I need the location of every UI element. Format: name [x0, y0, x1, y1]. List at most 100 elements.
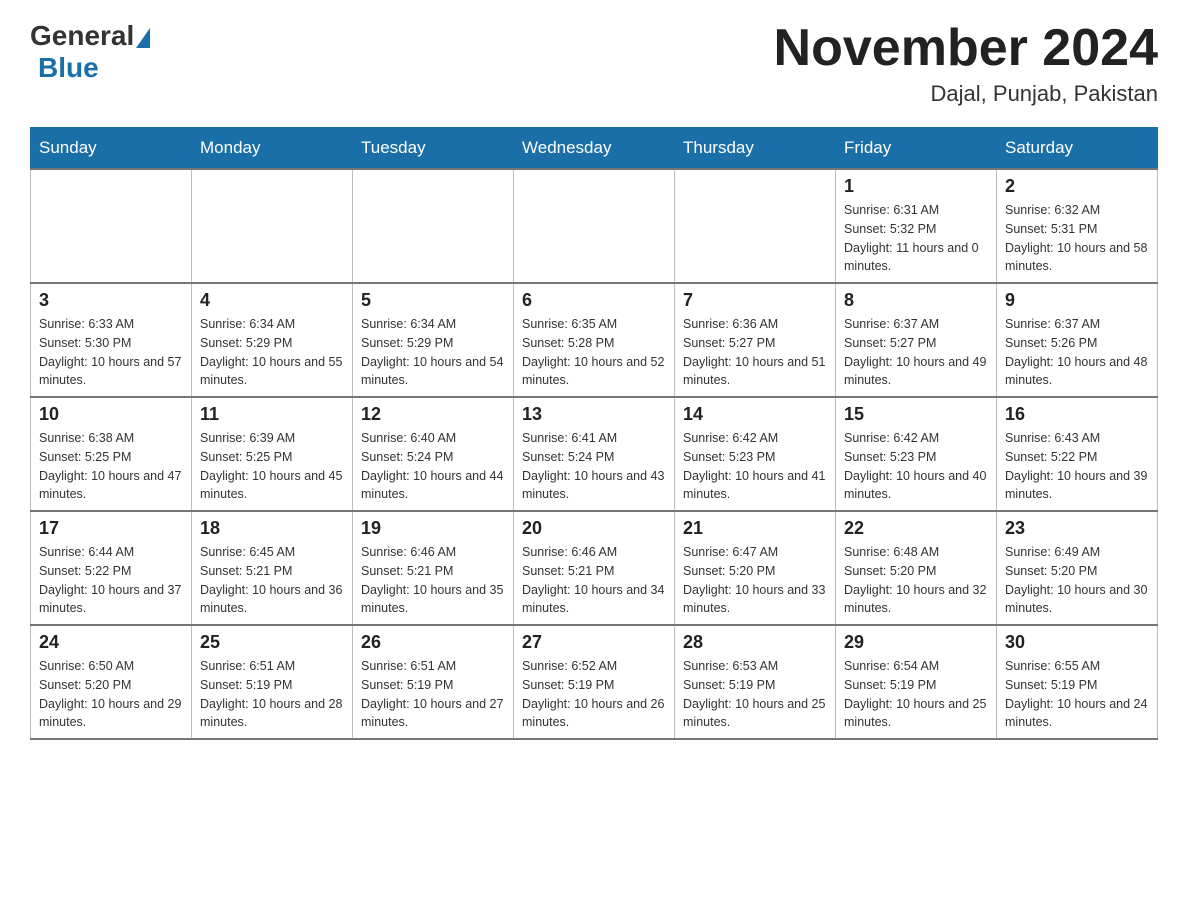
logo-triangle-icon	[136, 28, 150, 48]
day-info: Sunrise: 6:47 AMSunset: 5:20 PMDaylight:…	[683, 543, 827, 618]
calendar-cell: 6Sunrise: 6:35 AMSunset: 5:28 PMDaylight…	[514, 283, 675, 397]
day-number: 15	[844, 404, 988, 425]
day-number: 20	[522, 518, 666, 539]
calendar-cell: 22 Sunrise: 6:48 AMSunset: 5:20 PMDayligh…	[836, 511, 997, 625]
day-info: Sunrise: 6:41 AMSunset: 5:24 PMDaylight:…	[522, 429, 666, 504]
day-info: Sunrise: 6:55 AMSunset: 5:19 PMDaylight:…	[1005, 657, 1149, 732]
day-number: 1	[844, 176, 988, 197]
calendar-cell: 8Sunrise: 6:37 AMSunset: 5:27 PMDaylight…	[836, 283, 997, 397]
calendar-table: SundayMondayTuesdayWednesdayThursdayFrid…	[30, 127, 1158, 740]
day-info: Sunrise: 6:44 AMSunset: 5:22 PMDaylight:…	[39, 543, 183, 618]
day-number: 6	[522, 290, 666, 311]
day-info: Sunrise: 6:50 AMSunset: 5:20 PMDaylight:…	[39, 657, 183, 732]
calendar-week-row: 10 Sunrise: 6:38 AMSunset: 5:25 PMDayligh…	[31, 397, 1158, 511]
weekday-header-wednesday: Wednesday	[514, 128, 675, 170]
calendar-cell: 10 Sunrise: 6:38 AMSunset: 5:25 PMDayligh…	[31, 397, 192, 511]
calendar-cell: 21 Sunrise: 6:47 AMSunset: 5:20 PMDayligh…	[675, 511, 836, 625]
calendar-week-row: 24 Sunrise: 6:50 AMSunset: 5:20 PMDayligh…	[31, 625, 1158, 739]
day-info: Sunrise: 6:54 AMSunset: 5:19 PMDaylight:…	[844, 657, 988, 732]
calendar-week-row: 1 Sunrise: 6:31 AMSunset: 5:32 PMDaylight…	[31, 169, 1158, 283]
day-info: Sunrise: 6:38 AMSunset: 5:25 PMDaylight:…	[39, 429, 183, 504]
day-info: Sunrise: 6:37 AMSunset: 5:26 PMDaylight:…	[1005, 315, 1149, 390]
calendar-cell: 3 Sunrise: 6:33 AMSunset: 5:30 PMDaylight…	[31, 283, 192, 397]
calendar-cell: 28 Sunrise: 6:53 AMSunset: 5:19 PMDayligh…	[675, 625, 836, 739]
calendar-cell: 12 Sunrise: 6:40 AMSunset: 5:24 PMDayligh…	[353, 397, 514, 511]
day-info: Sunrise: 6:48 AMSunset: 5:20 PMDaylight:…	[844, 543, 988, 618]
day-number: 14	[683, 404, 827, 425]
day-number: 23	[1005, 518, 1149, 539]
day-number: 29	[844, 632, 988, 653]
calendar-cell: 4Sunrise: 6:34 AMSunset: 5:29 PMDaylight…	[192, 283, 353, 397]
day-number: 21	[683, 518, 827, 539]
calendar-cell: 11Sunrise: 6:39 AMSunset: 5:25 PMDayligh…	[192, 397, 353, 511]
day-number: 17	[39, 518, 183, 539]
day-number: 28	[683, 632, 827, 653]
day-info: Sunrise: 6:31 AMSunset: 5:32 PMDaylight:…	[844, 201, 988, 276]
day-number: 12	[361, 404, 505, 425]
day-info: Sunrise: 6:43 AMSunset: 5:22 PMDaylight:…	[1005, 429, 1149, 504]
day-info: Sunrise: 6:52 AMSunset: 5:19 PMDaylight:…	[522, 657, 666, 732]
day-info: Sunrise: 6:40 AMSunset: 5:24 PMDaylight:…	[361, 429, 505, 504]
calendar-header-row: SundayMondayTuesdayWednesdayThursdayFrid…	[31, 128, 1158, 170]
day-info: Sunrise: 6:42 AMSunset: 5:23 PMDaylight:…	[683, 429, 827, 504]
calendar-cell: 14 Sunrise: 6:42 AMSunset: 5:23 PMDayligh…	[675, 397, 836, 511]
calendar-cell	[675, 169, 836, 283]
logo-general-text: General	[30, 20, 134, 52]
calendar-cell: 27 Sunrise: 6:52 AMSunset: 5:19 PMDayligh…	[514, 625, 675, 739]
day-number: 27	[522, 632, 666, 653]
day-number: 30	[1005, 632, 1149, 653]
calendar-cell: 9 Sunrise: 6:37 AMSunset: 5:26 PMDaylight…	[997, 283, 1158, 397]
month-title: November 2024	[774, 20, 1158, 77]
calendar-cell: 7 Sunrise: 6:36 AMSunset: 5:27 PMDaylight…	[675, 283, 836, 397]
day-info: Sunrise: 6:53 AMSunset: 5:19 PMDaylight:…	[683, 657, 827, 732]
calendar-cell: 25Sunrise: 6:51 AMSunset: 5:19 PMDayligh…	[192, 625, 353, 739]
calendar-cell: 23 Sunrise: 6:49 AMSunset: 5:20 PMDayligh…	[997, 511, 1158, 625]
calendar-week-row: 17 Sunrise: 6:44 AMSunset: 5:22 PMDayligh…	[31, 511, 1158, 625]
calendar-cell: 13Sunrise: 6:41 AMSunset: 5:24 PMDayligh…	[514, 397, 675, 511]
day-number: 10	[39, 404, 183, 425]
day-number: 4	[200, 290, 344, 311]
weekday-header-thursday: Thursday	[675, 128, 836, 170]
weekday-header-sunday: Sunday	[31, 128, 192, 170]
calendar-cell: 5 Sunrise: 6:34 AMSunset: 5:29 PMDaylight…	[353, 283, 514, 397]
day-number: 9	[1005, 290, 1149, 311]
logo: General Blue	[30, 20, 150, 84]
day-number: 24	[39, 632, 183, 653]
calendar-cell: 15 Sunrise: 6:42 AMSunset: 5:23 PMDayligh…	[836, 397, 997, 511]
day-info: Sunrise: 6:34 AMSunset: 5:29 PMDaylight:…	[361, 315, 505, 390]
calendar-cell	[192, 169, 353, 283]
day-number: 11	[200, 404, 344, 425]
day-number: 3	[39, 290, 183, 311]
calendar-cell	[31, 169, 192, 283]
calendar-cell: 18Sunrise: 6:45 AMSunset: 5:21 PMDayligh…	[192, 511, 353, 625]
calendar-cell: 17 Sunrise: 6:44 AMSunset: 5:22 PMDayligh…	[31, 511, 192, 625]
calendar-cell	[514, 169, 675, 283]
calendar-cell: 24 Sunrise: 6:50 AMSunset: 5:20 PMDayligh…	[31, 625, 192, 739]
day-number: 7	[683, 290, 827, 311]
calendar-cell: 16 Sunrise: 6:43 AMSunset: 5:22 PMDayligh…	[997, 397, 1158, 511]
calendar-cell: 30 Sunrise: 6:55 AMSunset: 5:19 PMDayligh…	[997, 625, 1158, 739]
day-info: Sunrise: 6:33 AMSunset: 5:30 PMDaylight:…	[39, 315, 183, 390]
day-info: Sunrise: 6:42 AMSunset: 5:23 PMDaylight:…	[844, 429, 988, 504]
day-info: Sunrise: 6:45 AMSunset: 5:21 PMDaylight:…	[200, 543, 344, 618]
weekday-header-tuesday: Tuesday	[353, 128, 514, 170]
day-number: 22	[844, 518, 988, 539]
calendar-cell: 20Sunrise: 6:46 AMSunset: 5:21 PMDayligh…	[514, 511, 675, 625]
day-info: Sunrise: 6:51 AMSunset: 5:19 PMDaylight:…	[361, 657, 505, 732]
calendar-cell: 1 Sunrise: 6:31 AMSunset: 5:32 PMDaylight…	[836, 169, 997, 283]
page-header: General Blue November 2024 Dajal, Punjab…	[30, 20, 1158, 107]
day-info: Sunrise: 6:49 AMSunset: 5:20 PMDaylight:…	[1005, 543, 1149, 618]
day-number: 26	[361, 632, 505, 653]
day-info: Sunrise: 6:46 AMSunset: 5:21 PMDaylight:…	[361, 543, 505, 618]
day-info: Sunrise: 6:36 AMSunset: 5:27 PMDaylight:…	[683, 315, 827, 390]
weekday-header-monday: Monday	[192, 128, 353, 170]
calendar-cell	[353, 169, 514, 283]
logo-blue-text: Blue	[38, 52, 99, 83]
calendar-cell: 19Sunrise: 6:46 AMSunset: 5:21 PMDayligh…	[353, 511, 514, 625]
title-section: November 2024 Dajal, Punjab, Pakistan	[774, 20, 1158, 107]
day-number: 16	[1005, 404, 1149, 425]
day-number: 2	[1005, 176, 1149, 197]
day-info: Sunrise: 6:37 AMSunset: 5:27 PMDaylight:…	[844, 315, 988, 390]
location-text: Dajal, Punjab, Pakistan	[774, 81, 1158, 107]
day-number: 5	[361, 290, 505, 311]
